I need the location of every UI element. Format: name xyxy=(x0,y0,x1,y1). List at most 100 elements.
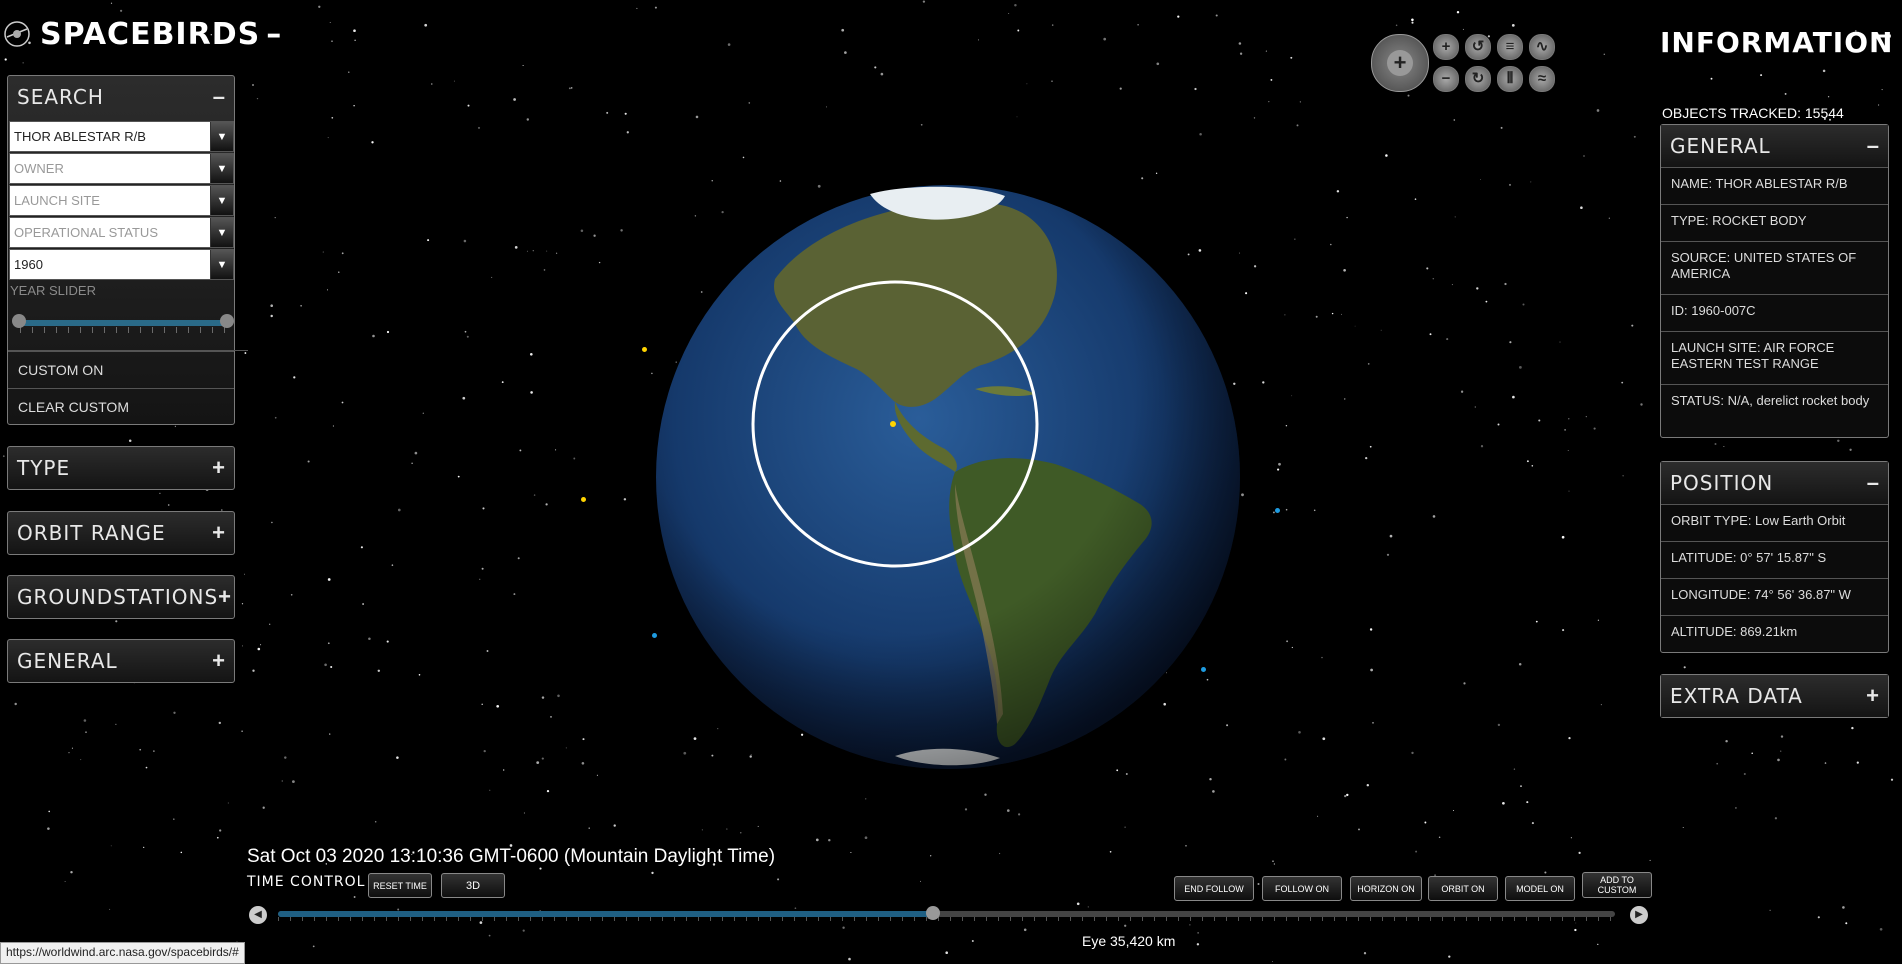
star xyxy=(481,703,483,706)
star xyxy=(1380,329,1382,331)
star xyxy=(1343,268,1346,272)
view-mode-button[interactable]: 3D xyxy=(441,873,505,898)
star xyxy=(1710,77,1713,80)
star xyxy=(1512,395,1515,399)
year-slider-min-handle[interactable] xyxy=(12,314,26,328)
name-select[interactable]: THOR ABLESTAR R/B ▼ xyxy=(9,121,234,152)
star xyxy=(1845,922,1848,925)
star xyxy=(422,412,424,414)
add-to-custom-button[interactable]: ADD TO CUSTOM xyxy=(1582,872,1652,898)
launch-site-select[interactable]: LAUNCH SITE ▼ xyxy=(9,185,234,216)
extra-data-panel[interactable]: EXTRA DATA + xyxy=(1660,674,1889,718)
year-slider-track xyxy=(20,320,226,326)
custom-on-button[interactable]: CUSTOM ON xyxy=(8,351,234,387)
year-slider[interactable] xyxy=(12,314,234,334)
chevron-down-icon[interactable]: ▼ xyxy=(210,154,233,183)
groundstations-panel[interactable]: GROUNDSTATIONS + xyxy=(7,575,235,619)
star xyxy=(167,504,170,506)
star xyxy=(145,766,148,769)
collapse-sidebar-button[interactable]: – xyxy=(266,17,282,52)
type-panel[interactable]: TYPE + xyxy=(7,446,235,490)
chevron-down-icon[interactable]: ▼ xyxy=(210,218,233,247)
operational-status-select[interactable]: OPERATIONAL STATUS ▼ xyxy=(9,217,234,248)
timeline-forward-icon[interactable]: ▶ xyxy=(1630,906,1648,924)
expand-icon[interactable]: + xyxy=(218,584,231,610)
timeline-back-icon[interactable]: ◀ xyxy=(249,906,267,924)
tilt-reset-icon[interactable]: ⦀ xyxy=(1497,66,1523,92)
search-panel-header[interactable]: SEARCH – xyxy=(8,76,234,118)
earth-globe[interactable] xyxy=(655,184,1241,770)
star xyxy=(526,118,530,121)
selected-satellite-marker[interactable] xyxy=(890,421,896,427)
pan-compass-icon[interactable]: + xyxy=(1371,34,1429,92)
star xyxy=(1751,752,1753,755)
info-id: ID: 1960-007C xyxy=(1661,294,1888,331)
star xyxy=(1784,92,1787,95)
chevron-down-icon[interactable]: ▼ xyxy=(210,186,233,215)
clear-custom-button[interactable]: CLEAR CUSTOM xyxy=(8,388,234,424)
year-slider-max-handle[interactable] xyxy=(220,314,234,328)
pan-center-icon[interactable]: + xyxy=(1387,50,1413,76)
tilt-wave-icon[interactable]: ∿ xyxy=(1529,34,1555,60)
tilt-down-icon[interactable]: ≈ xyxy=(1529,66,1555,92)
star xyxy=(636,7,638,9)
satellite-dot[interactable] xyxy=(642,347,647,352)
expand-icon[interactable]: + xyxy=(212,520,225,546)
orbit-range-panel[interactable]: ORBIT RANGE + xyxy=(7,511,235,555)
zoom-in-icon[interactable]: + xyxy=(1433,34,1459,60)
general-filter-panel[interactable]: GENERAL + xyxy=(7,639,235,683)
star xyxy=(596,774,598,776)
collapse-icon[interactable]: – xyxy=(213,84,225,110)
star xyxy=(262,806,265,809)
collapse-icon[interactable]: – xyxy=(1867,470,1879,496)
model-on-button[interactable]: MODEL ON xyxy=(1505,876,1575,901)
timeline-track[interactable] xyxy=(278,911,1615,921)
follow-on-button[interactable]: FOLLOW ON xyxy=(1262,876,1342,901)
star xyxy=(269,623,271,625)
star xyxy=(1474,406,1476,408)
collapse-icon[interactable]: – xyxy=(1867,133,1879,159)
star xyxy=(462,396,466,400)
star xyxy=(1460,390,1464,393)
zoom-out-icon[interactable]: − xyxy=(1433,66,1459,92)
satellite-dot[interactable] xyxy=(1201,667,1206,672)
star xyxy=(331,40,333,43)
star xyxy=(1119,87,1122,90)
star xyxy=(1124,924,1127,927)
info-type: TYPE: ROCKET BODY xyxy=(1661,204,1888,241)
app-brand: SPACEBIRDS – xyxy=(0,14,282,54)
star xyxy=(496,704,500,708)
satellite-dot[interactable] xyxy=(652,633,657,638)
star xyxy=(1370,668,1373,672)
star xyxy=(332,425,334,427)
position-header[interactable]: POSITION – xyxy=(1661,462,1888,504)
satellite-dot[interactable] xyxy=(581,497,586,502)
expand-icon[interactable]: + xyxy=(1866,683,1879,709)
star xyxy=(1014,3,1017,7)
horizon-on-button[interactable]: HORIZON ON xyxy=(1350,876,1422,901)
general-info-header[interactable]: GENERAL – xyxy=(1661,125,1888,167)
star xyxy=(1878,104,1880,106)
star xyxy=(1298,731,1301,734)
star xyxy=(324,663,327,667)
star xyxy=(71,747,73,749)
rotate-right-icon[interactable]: ↻ xyxy=(1465,66,1491,92)
chevron-down-icon[interactable]: ▼ xyxy=(210,122,233,151)
satellite-dot[interactable] xyxy=(1275,508,1280,513)
year-select[interactable]: 1960 ▼ xyxy=(9,249,234,280)
star xyxy=(491,276,493,278)
expand-icon[interactable]: + xyxy=(212,648,225,674)
collapse-info-button[interactable]: – xyxy=(1875,18,1892,52)
rotate-left-icon[interactable]: ↺ xyxy=(1465,34,1491,60)
star xyxy=(293,376,296,379)
reset-time-button[interactable]: RESET TIME xyxy=(368,873,432,898)
star xyxy=(329,733,331,735)
star xyxy=(85,731,87,733)
orbit-on-button[interactable]: ORBIT ON xyxy=(1428,876,1498,901)
tilt-up-icon[interactable]: ≡ xyxy=(1497,34,1523,60)
end-follow-button[interactable]: END FOLLOW xyxy=(1174,876,1254,901)
expand-icon[interactable]: + xyxy=(212,455,225,481)
star xyxy=(227,802,229,804)
chevron-down-icon[interactable]: ▼ xyxy=(210,250,233,279)
owner-select[interactable]: OWNER ▼ xyxy=(9,153,234,184)
